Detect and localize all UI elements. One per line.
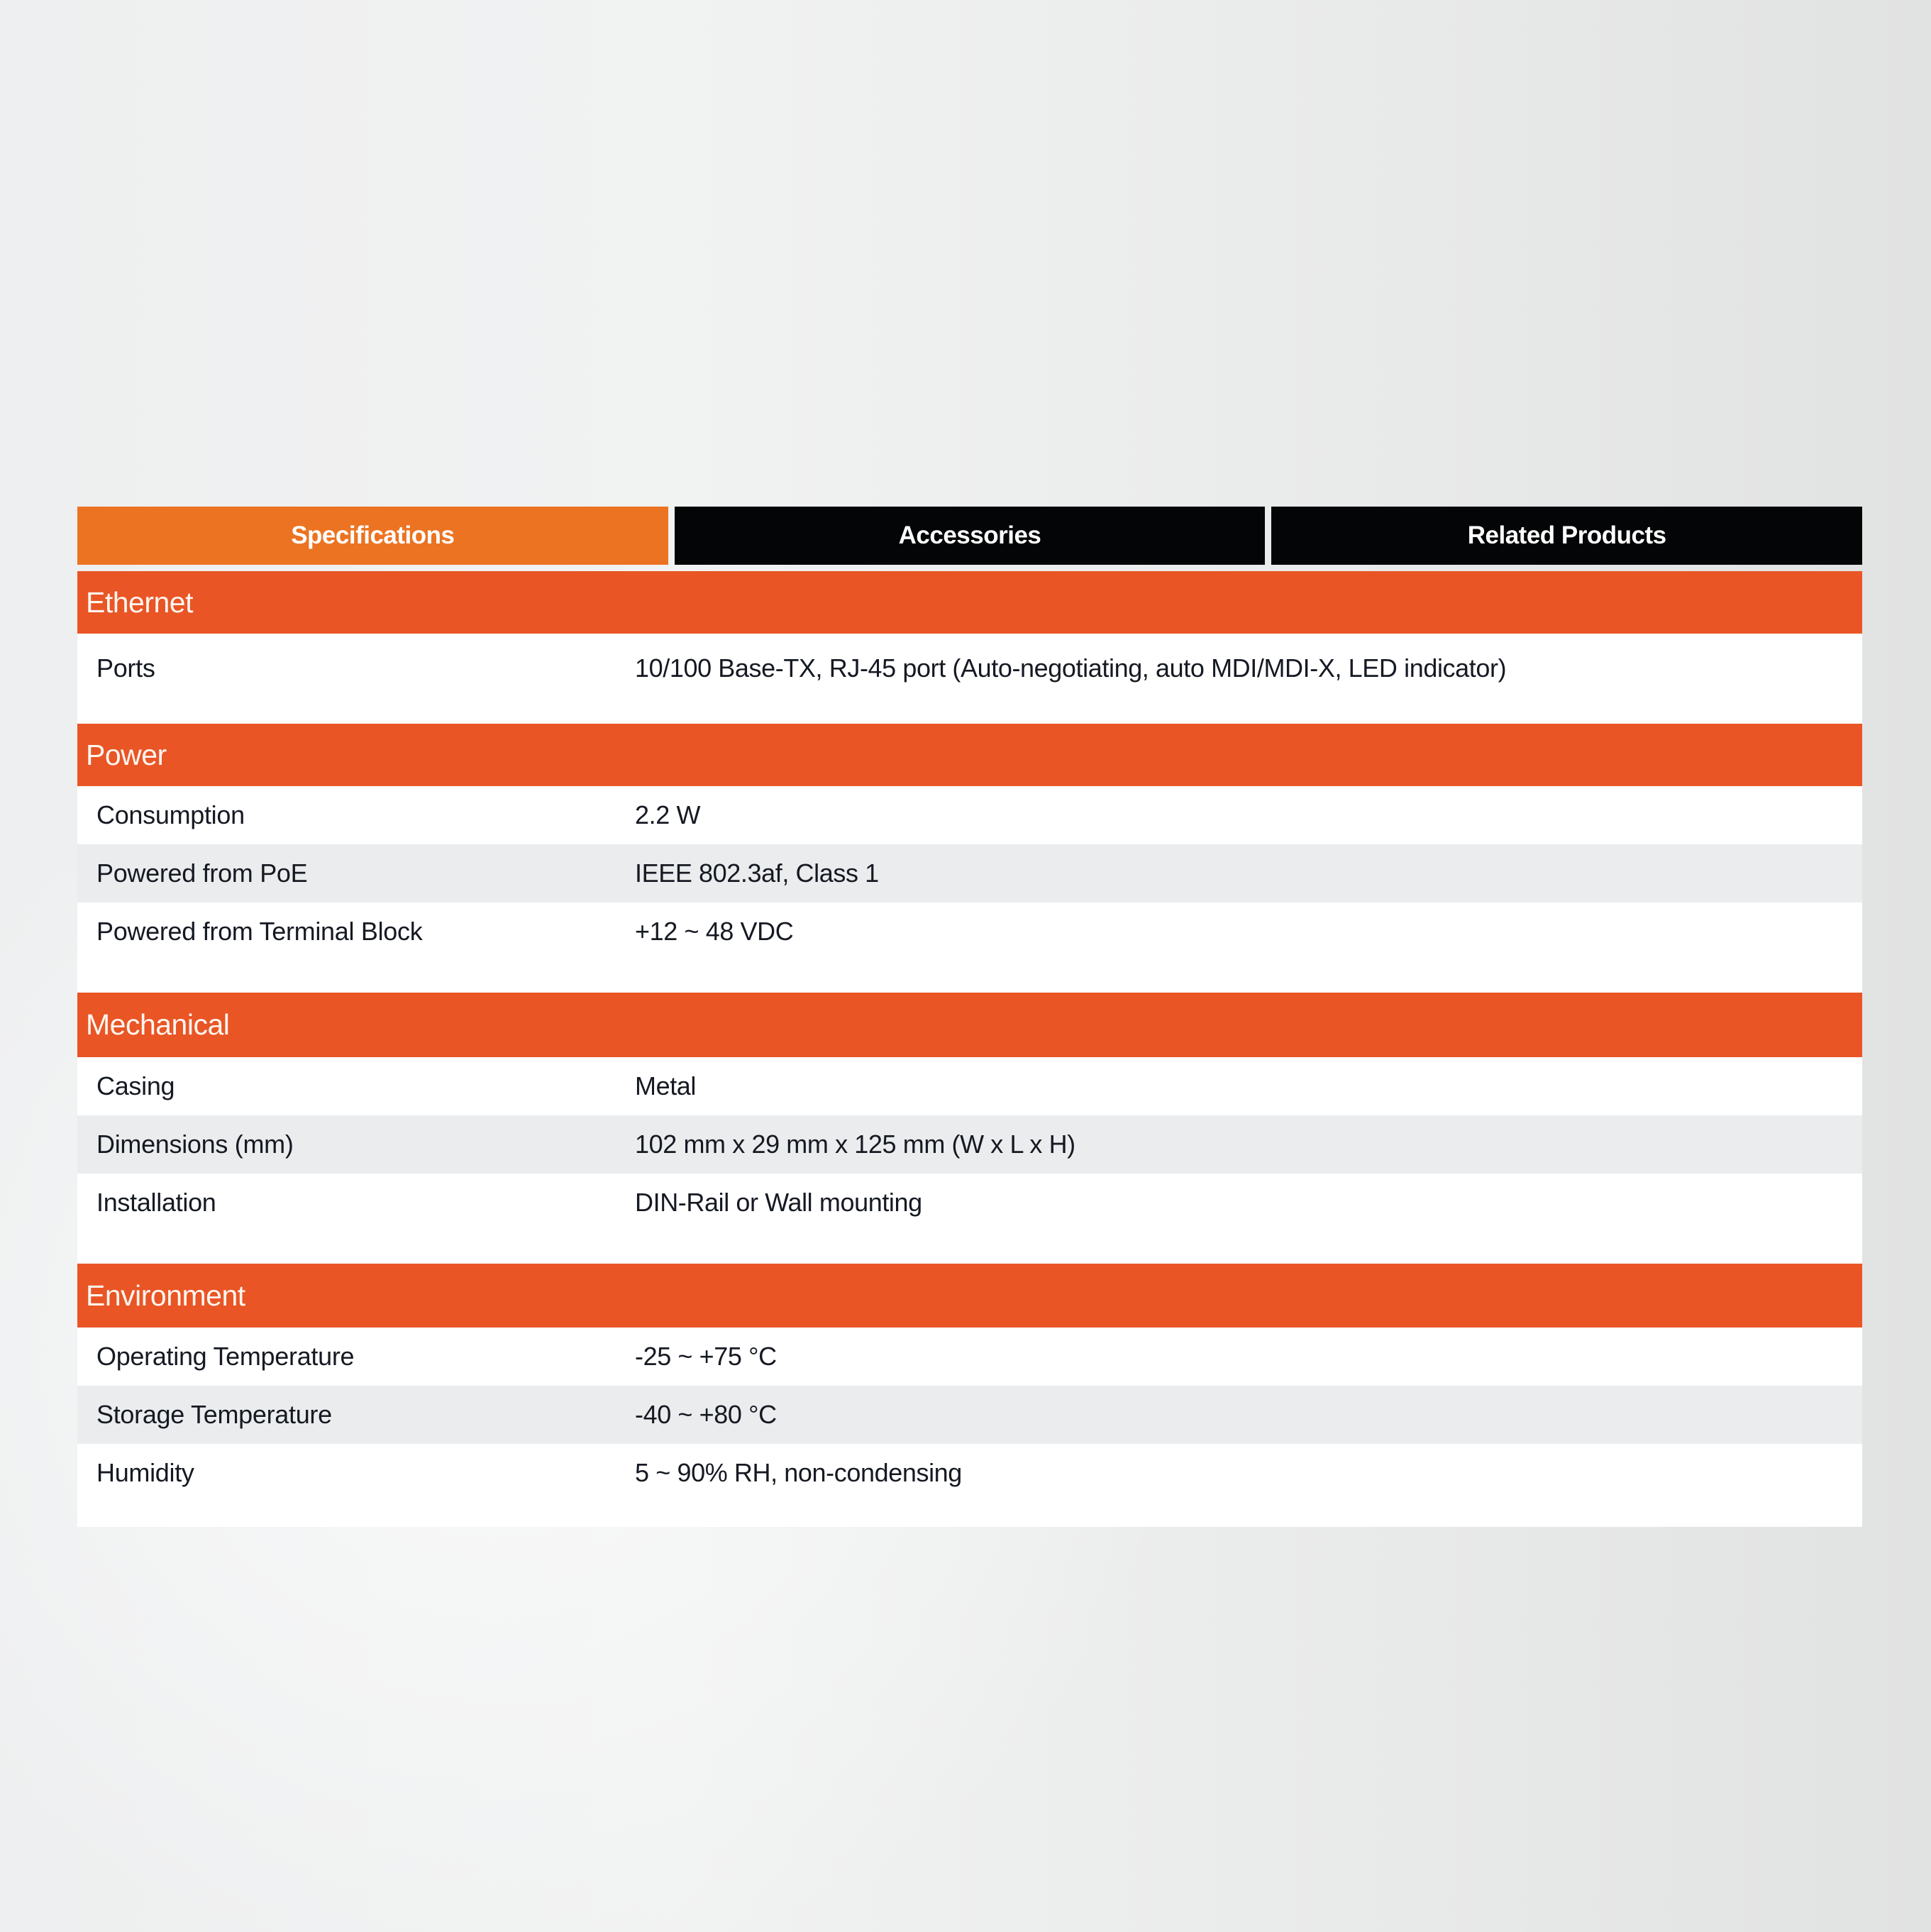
- spec-value: Metal: [635, 1071, 697, 1100]
- spec-value: -40 ~ +80 °C: [635, 1400, 777, 1429]
- spec-value: 10/100 Base-TX, RJ-45 port (Auto-negotia…: [635, 653, 1507, 683]
- spec-value: 102 mm x 29 mm x 125 mm (W x L x H): [635, 1130, 1075, 1159]
- section-header: Ethernet: [77, 571, 1862, 634]
- table-row: Operating Temperature -25 ~ +75 °C: [77, 1327, 1862, 1386]
- table-row: Storage Temperature -40 ~ +80 °C: [77, 1386, 1862, 1444]
- spec-label: Ports: [96, 653, 155, 683]
- tab-bar: Specifications Accessories Related Produ…: [77, 507, 1863, 565]
- tab-specifications[interactable]: Specifications: [77, 507, 668, 565]
- table-row: Installation DIN-Rail or Wall mounting: [77, 1174, 1862, 1264]
- table-row: Consumption 2.2 W: [77, 786, 1862, 844]
- spec-value: IEEE 802.3af, Class 1: [635, 859, 879, 888]
- table-row: Powered from PoE IEEE 802.3af, Class 1: [77, 844, 1862, 902]
- spec-label: Dimensions (mm): [96, 1130, 294, 1159]
- spec-label: Operating Temperature: [96, 1342, 355, 1371]
- section-header: Environment: [77, 1264, 1862, 1327]
- spec-value: 5 ~ 90% RH, non-condensing: [635, 1458, 962, 1487]
- spec-label: Powered from Terminal Block: [96, 917, 423, 946]
- spec-value: -25 ~ +75 °C: [635, 1342, 777, 1371]
- spec-label: Casing: [96, 1071, 175, 1100]
- product-spec-widget: Specifications Accessories Related Produ…: [77, 507, 1863, 1527]
- spec-label: Powered from PoE: [96, 859, 308, 888]
- spec-value: DIN-Rail or Wall mounting: [635, 1188, 922, 1217]
- table-row: Casing Metal: [77, 1057, 1862, 1115]
- table-row: Powered from Terminal Block +12 ~ 48 VDC: [77, 902, 1862, 993]
- spec-table: Ethernet Ports 10/100 Base-TX, RJ-45 por…: [77, 571, 1862, 1527]
- section-power: Power Consumption 2.2 W Powered from PoE…: [77, 724, 1862, 993]
- spec-value: +12 ~ 48 VDC: [635, 917, 794, 946]
- section-mechanical: Mechanical Casing Metal Dimensions (mm) …: [77, 993, 1862, 1264]
- spec-label: Consumption: [96, 800, 245, 829]
- table-row: Humidity 5 ~ 90% RH, non-condensing: [77, 1444, 1862, 1527]
- spec-label: Installation: [96, 1188, 216, 1217]
- spec-label: Humidity: [96, 1458, 194, 1487]
- spec-value: 2.2 W: [635, 800, 701, 829]
- section-header: Power: [77, 724, 1862, 786]
- section-ethernet: Ethernet Ports 10/100 Base-TX, RJ-45 por…: [77, 571, 1862, 724]
- table-row: Dimensions (mm) 102 mm x 29 mm x 125 mm …: [77, 1115, 1862, 1174]
- tab-related-products[interactable]: Related Products: [1271, 507, 1863, 565]
- section-environment: Environment Operating Temperature -25 ~ …: [77, 1264, 1862, 1527]
- section-header: Mechanical: [77, 993, 1862, 1057]
- spec-label: Storage Temperature: [96, 1400, 332, 1429]
- tab-accessories[interactable]: Accessories: [674, 507, 1266, 565]
- table-row: Ports 10/100 Base-TX, RJ-45 port (Auto-n…: [77, 634, 1862, 724]
